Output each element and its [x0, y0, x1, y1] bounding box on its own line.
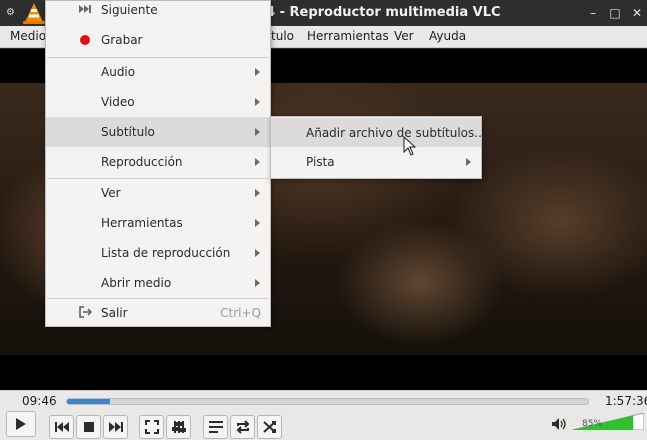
menu-item-grabar[interactable]: Grabar: [46, 25, 270, 55]
elapsed-time: 09:46: [22, 394, 57, 408]
subtitle-submenu: Añadir archivo de subtítulos... Pista: [270, 116, 486, 179]
submenu-arrow-icon: [255, 158, 260, 166]
maximize-icon[interactable]: □: [608, 6, 622, 20]
menu-ayuda[interactable]: Ayuda: [429, 29, 466, 43]
menu-herramientas[interactable]: Herramientas: [307, 29, 389, 43]
play-icon: [16, 418, 26, 430]
shuffle-button[interactable]: [257, 415, 282, 439]
previous-button[interactable]: [49, 415, 74, 439]
menu-item-reproduccion[interactable]: Reproducción: [46, 147, 270, 177]
previous-icon: [54, 422, 69, 432]
menu-medio[interactable]: Medio: [10, 29, 46, 43]
submenu-arrow-icon: [255, 68, 260, 76]
mouse-cursor-icon: [403, 136, 417, 156]
submenu-arrow-icon: [255, 249, 260, 257]
next-icon: [108, 422, 123, 432]
submenu-arrow-icon: [255, 219, 260, 227]
submenu-arrow-icon: [255, 189, 260, 197]
seek-progress: [67, 399, 111, 404]
menu-item-subtitulo[interactable]: Subtítulo: [46, 117, 270, 147]
menu-item-pista[interactable]: Pista: [271, 147, 481, 177]
total-time: 1:57:36: [605, 394, 647, 408]
extended-settings-button[interactable]: [166, 415, 191, 439]
window-menu-icon[interactable]: ⚙: [6, 8, 16, 18]
volume-percent: 85%: [582, 419, 603, 429]
menu-item-video[interactable]: Video: [46, 87, 270, 117]
fullscreen-icon: [144, 420, 159, 434]
play-button[interactable]: [6, 411, 36, 437]
shortcut-label: Ctrl+Q: [220, 306, 261, 320]
seek-slider[interactable]: [66, 398, 589, 405]
loop-button[interactable]: [230, 415, 255, 439]
menu-item-herramientas[interactable]: Herramientas: [46, 208, 270, 238]
menu-item-lista-reproduccion[interactable]: Lista de reproducción: [46, 238, 270, 268]
loop-icon: [236, 420, 249, 434]
exit-icon: [79, 306, 92, 318]
shuffle-icon: [262, 421, 276, 433]
record-icon: [80, 35, 90, 45]
playlist-button[interactable]: [203, 415, 228, 439]
equalizer-icon: [171, 421, 186, 433]
menu-ver[interactable]: Ver: [394, 29, 414, 43]
fullscreen-button[interactable]: [139, 415, 164, 439]
vlc-logo-icon: [23, 3, 45, 24]
next-button[interactable]: [103, 415, 128, 439]
close-icon[interactable]: ✕: [630, 6, 644, 20]
submenu-arrow-icon: [255, 98, 260, 106]
menu-item-salir[interactable]: Salir Ctrl+Q: [46, 298, 270, 328]
submenu-arrow-icon: [466, 158, 471, 166]
menu-item-ver[interactable]: Ver: [46, 178, 270, 208]
playlist-icon: [208, 421, 223, 433]
window-title: 4 - Reproductor multimedia VLC: [266, 5, 501, 20]
menu-item-siguiente[interactable]: Siguiente: [46, 0, 270, 25]
stop-button[interactable]: [76, 415, 101, 439]
speaker-icon[interactable]: [551, 417, 567, 431]
menu-item-abrir-medio[interactable]: Abrir medio: [46, 268, 270, 298]
minimize-icon[interactable]: –: [586, 6, 600, 20]
control-bar: 09:46 1:57:36 85%: [0, 390, 647, 440]
context-menu: Siguiente Grabar Audio Video Subtítulo R…: [45, 0, 271, 327]
submenu-arrow-icon: [255, 128, 260, 136]
next-icon: [79, 5, 91, 13]
menu-item-audio[interactable]: Audio: [46, 57, 270, 87]
menu-item-anadir-subtitulos[interactable]: Añadir archivo de subtítulos...: [271, 118, 486, 147]
submenu-arrow-icon: [255, 279, 260, 287]
stop-icon: [83, 422, 94, 432]
